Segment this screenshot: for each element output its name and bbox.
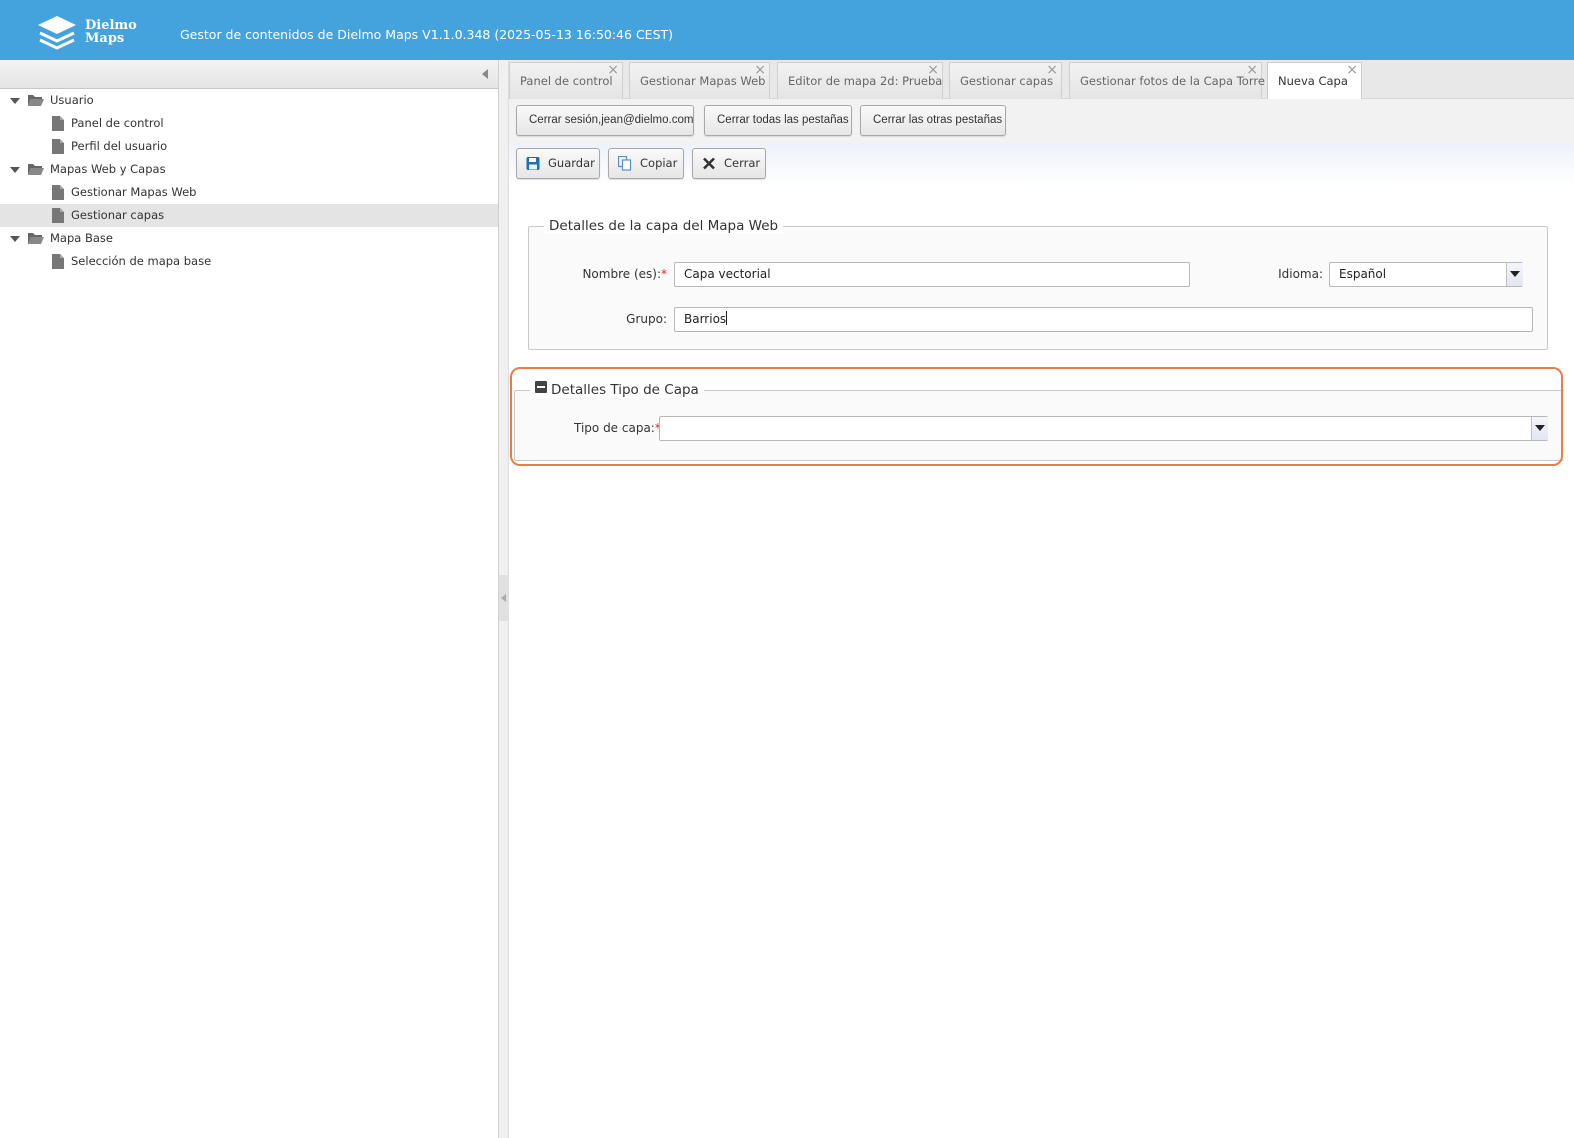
required-mark: *	[661, 267, 667, 281]
layer-type-label-text: Tipo de capa:	[574, 421, 655, 435]
save-button[interactable]: Guardar	[516, 148, 600, 179]
name-label-text: Nombre (es):	[582, 267, 661, 281]
floppy-disk-icon	[526, 157, 540, 170]
open-folder-icon	[28, 95, 44, 106]
splitter-arrow-icon	[501, 594, 506, 602]
tree-label: Mapas Web y Capas	[50, 162, 166, 176]
tab-gestionar-capas[interactable]: Gestionar capas ×	[949, 62, 1062, 99]
layer-details-legend: Detalles de la capa del Mapa Web	[544, 218, 784, 234]
copy-button-label: Copiar	[640, 156, 678, 170]
language-field-label: Idioma:	[1278, 267, 1323, 281]
group-input[interactable]: Barrios	[674, 307, 1533, 332]
chevron-down-icon	[1535, 425, 1545, 431]
close-all-tabs-button[interactable]: Cerrar todas las pestañas	[704, 105, 852, 136]
chevron-down-icon	[1510, 271, 1520, 277]
copy-icon	[618, 156, 632, 171]
open-folder-icon	[28, 164, 44, 175]
app-header: Dielmo Maps Gestor de contenidos de Diel…	[0, 0, 1574, 60]
layer-type-field-label: Tipo de capa:*	[574, 421, 661, 435]
form-toolbar: Guardar Copiar Cerrar	[509, 144, 1574, 186]
tree-item-perfil-del-usuario[interactable]: Perfil del usuario	[0, 135, 498, 158]
tree-label: Selección de mapa base	[71, 254, 212, 268]
tree-label: Usuario	[50, 93, 94, 107]
navigation-sidebar: Usuario Panel de control Perfil del usua…	[0, 60, 499, 1138]
text-cursor	[726, 311, 728, 325]
document-icon	[52, 254, 64, 269]
tab-label: Gestionar fotos de la Capa Torre	[1080, 74, 1265, 88]
session-toolbar: Cerrar sesión,jean@dielmo.com Cerrar tod…	[509, 99, 1574, 144]
tab-editor-de-mapa[interactable]: Editor de mapa 2d: Prueba ×	[777, 62, 943, 99]
tab-close-icon[interactable]: ×	[1046, 52, 1058, 89]
tab-close-icon[interactable]: ×	[1346, 52, 1358, 89]
close-button-label: Cerrar	[724, 156, 761, 170]
language-select[interactable]: Español	[1329, 262, 1523, 287]
tab-close-icon[interactable]: ×	[1246, 52, 1258, 89]
layer-type-fieldset: Detalles Tipo de Capa Tipo de capa:*	[514, 381, 1564, 461]
tree-label: Perfil del usuario	[71, 139, 168, 153]
close-other-tabs-button[interactable]: Cerrar las otras pestañas	[860, 105, 1006, 136]
language-dropdown-button[interactable]	[1506, 263, 1523, 286]
dielmo-logo-icon	[38, 16, 76, 50]
copy-button[interactable]: Copiar	[608, 148, 684, 179]
tab-nueva-capa[interactable]: Nueva Capa ×	[1267, 62, 1362, 99]
tab-close-icon[interactable]: ×	[927, 52, 939, 89]
layer-type-dropdown-button[interactable]	[1531, 417, 1548, 440]
tree-item-seleccion-de-mapa-base[interactable]: Selección de mapa base	[0, 250, 498, 273]
tab-gestionar-fotos[interactable]: Gestionar fotos de la Capa Torre ×	[1069, 62, 1265, 99]
logout-button[interactable]: Cerrar sesión,jean@dielmo.com	[516, 105, 694, 136]
name-field-label: Nombre (es):*	[582, 267, 667, 281]
tree-folder-mapas-web-y-capas[interactable]: Mapas Web y Capas	[0, 158, 498, 181]
tab-label: Editor de mapa 2d: Prueba	[788, 74, 943, 88]
tab-label: Nueva Capa	[1278, 74, 1348, 88]
tree-label: Gestionar capas	[71, 208, 165, 222]
expand-triangle-icon[interactable]	[10, 167, 20, 173]
tree-label: Mapa Base	[50, 231, 113, 245]
expand-triangle-icon[interactable]	[10, 236, 20, 242]
language-value: Español	[1339, 267, 1387, 281]
splitter-handle[interactable]	[499, 575, 509, 621]
tree-label: Panel de control	[71, 116, 164, 130]
tree-item-gestionar-mapas-web[interactable]: Gestionar Mapas Web	[0, 181, 498, 204]
group-value: Barrios	[684, 312, 727, 326]
tab-label: Panel de control	[520, 74, 613, 88]
close-button[interactable]: Cerrar	[692, 148, 766, 179]
logo-text: Dielmo Maps	[85, 19, 137, 45]
collapse-sidebar-icon[interactable]	[482, 69, 488, 79]
tree-folder-usuario[interactable]: Usuario	[0, 89, 498, 112]
name-input[interactable]: Capa vectorial	[674, 262, 1190, 287]
document-icon	[52, 208, 64, 223]
sidebar-header	[0, 60, 498, 89]
tab-label: Gestionar Mapas Web	[640, 74, 766, 88]
document-icon	[52, 139, 64, 154]
tab-panel-de-control[interactable]: Panel de control ×	[509, 62, 623, 99]
tab-label: Gestionar capas	[960, 74, 1054, 88]
app-title: Gestor de contenidos de Dielmo Maps V1.1…	[180, 27, 674, 42]
tree-item-panel-de-control[interactable]: Panel de control	[0, 112, 498, 135]
tab-bar: Panel de control × Gestionar Mapas Web ×…	[509, 60, 1574, 99]
open-folder-icon	[28, 233, 44, 244]
group-field-label: Grupo:	[626, 312, 667, 326]
tree-item-gestionar-capas[interactable]: Gestionar capas	[0, 204, 498, 227]
document-icon	[52, 185, 64, 200]
panel-splitter[interactable]	[499, 60, 509, 1138]
layer-details-fieldset: Detalles de la capa del Mapa Web Nombre …	[528, 218, 1548, 350]
logo-line-2: Maps	[85, 31, 125, 46]
document-icon	[52, 116, 64, 131]
tab-close-icon[interactable]: ×	[754, 52, 766, 89]
layer-type-legend-text: Detalles Tipo de Capa	[551, 382, 699, 398]
tree-folder-mapa-base[interactable]: Mapa Base	[0, 227, 498, 250]
close-x-icon	[703, 157, 715, 170]
navigation-tree: Usuario Panel de control Perfil del usua…	[0, 89, 498, 273]
main-panel: Panel de control × Gestionar Mapas Web ×…	[509, 60, 1574, 1138]
expand-triangle-icon[interactable]	[10, 98, 20, 104]
tree-label: Gestionar Mapas Web	[71, 185, 197, 199]
layer-type-legend[interactable]: Detalles Tipo de Capa	[530, 381, 704, 398]
tab-gestionar-mapas-web[interactable]: Gestionar Mapas Web ×	[629, 62, 770, 99]
tab-close-icon[interactable]: ×	[607, 52, 619, 89]
save-button-label: Guardar	[548, 156, 595, 170]
collapse-minus-icon[interactable]	[535, 381, 547, 393]
layer-type-select[interactable]	[659, 416, 1548, 441]
